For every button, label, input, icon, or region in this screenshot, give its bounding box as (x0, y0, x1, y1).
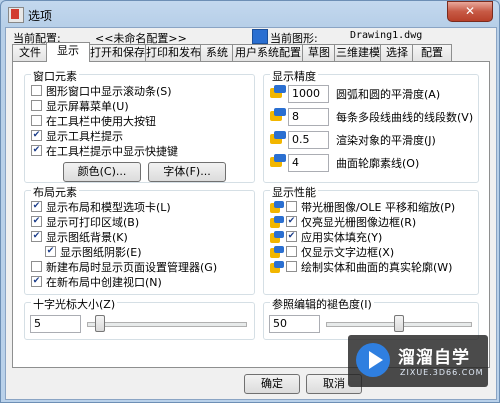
crosshair-size-input[interactable]: 5 (30, 315, 81, 333)
drawing-saved-icon (270, 108, 286, 124)
ok-button[interactable]: 确定 (244, 374, 300, 394)
fonts-button[interactable]: 字体(F)... (148, 162, 226, 182)
checkbox-box (31, 261, 42, 272)
layout-elements-title: 布局元素 (31, 184, 79, 200)
checkbox-create-viewport[interactable]: 在新布局中创建视口(N) (31, 276, 162, 289)
title-bar[interactable]: 选项 ✕ (1, 1, 499, 27)
checkbox-screen-menu[interactable]: 显示屏幕菜单(U) (31, 100, 129, 113)
contour-lines-label: 曲面轮廓素线(O) (336, 157, 420, 170)
tab-3d-modeling[interactable]: 三维建模 (334, 44, 382, 61)
checkbox-scroll-bars[interactable]: 图形窗口中显示滚动条(S) (31, 85, 172, 98)
tab-files[interactable]: 文件 (12, 44, 48, 61)
checkbox-box (31, 100, 42, 111)
tab-drafting[interactable]: 草图 (302, 44, 336, 61)
tab-display[interactable]: 显示 (46, 42, 90, 62)
drawing-saved-icon (270, 154, 286, 170)
checkbox-raster-pan-zoom[interactable]: 带光栅图像/OLE 平移和缩放(P) (286, 201, 455, 214)
window-elements-group: 窗口元素 图形窗口中显示滚动条(S) 显示屏幕菜单(U) 在工具栏中使用大按钮 … (24, 68, 255, 183)
tab-open-and-save[interactable]: 打开和保存 (88, 44, 147, 61)
checkbox-box (286, 231, 297, 242)
drawing-saved-icon (270, 131, 286, 147)
checkbox-box (31, 85, 42, 96)
xref-fading-slider-thumb[interactable] (394, 315, 404, 332)
current-drawing-value: Drawing1.dwg (350, 30, 423, 41)
close-button[interactable]: ✕ (447, 1, 493, 22)
watermark-brand: 溜溜自学 (398, 348, 470, 368)
checkbox-printable-area[interactable]: 显示可打印区域(B) (31, 216, 139, 229)
xref-fading-title: 参照编辑的褪色度(I) (270, 296, 374, 312)
polyline-segments-input[interactable]: 8 (288, 108, 329, 126)
checkbox-box (31, 231, 42, 242)
checkbox-box (31, 130, 42, 141)
xref-fading-input[interactable]: 50 (269, 315, 320, 333)
checkbox-page-setup-manager[interactable]: 新建布局时显示页面设置管理器(G) (31, 261, 217, 274)
window-title: 选项 (28, 9, 53, 23)
tab-user-preferences[interactable]: 用户系统配置 (232, 44, 304, 61)
checkbox-box (45, 246, 56, 257)
checkbox-paper-shadow[interactable]: 显示图纸阴影(E) (45, 246, 142, 259)
display-resolution-title: 显示精度 (270, 68, 318, 84)
checkbox-box (286, 246, 297, 257)
drawing-saved-icon (270, 201, 284, 215)
drawing-saved-icon (270, 216, 284, 230)
rendered-smoothness-input[interactable]: 0.5 (288, 131, 329, 149)
crosshair-size-slider-thumb[interactable] (94, 315, 105, 332)
drawing-file-icon (252, 29, 268, 44)
crosshair-size-group: 十字光标大小(Z) 5 (24, 296, 255, 340)
drawing-saved-icon (270, 261, 284, 275)
window-elements-title: 窗口元素 (31, 68, 79, 84)
checkbox-large-buttons[interactable]: 在工具栏中使用大按钮 (31, 115, 156, 128)
checkbox-paper-background[interactable]: 显示图纸背景(K) (31, 231, 128, 244)
autocad-app-icon (8, 7, 24, 23)
display-resolution-group: 显示精度 1000 圆弧和圆的平滑度(A) 8 每条多段线曲线的线段数(V) 0… (263, 68, 479, 183)
checkbox-box (286, 216, 297, 227)
rendered-smoothness-label: 渲染对象的平滑度(J) (336, 134, 436, 147)
checkbox-box (31, 276, 42, 287)
contour-lines-input[interactable]: 4 (288, 154, 329, 172)
checkbox-box (286, 201, 297, 212)
layout-elements-group: 布局元素 显示布局和模型选项卡(L) 显示可打印区域(B) 显示图纸背景(K) … (24, 184, 255, 295)
colors-button[interactable]: 颜色(C)... (63, 162, 141, 182)
drawing-saved-icon (270, 246, 284, 260)
polyline-segments-label: 每条多段线曲线的线段数(V) (336, 111, 474, 124)
checkbox-show-shortcut-keys[interactable]: 在工具栏提示中显示快捷键 (31, 145, 178, 158)
arc-smoothness-input[interactable]: 1000 (288, 85, 329, 103)
checkbox-raster-frame-only[interactable]: 仅亮显光栅图像边框(R) (286, 216, 416, 229)
crosshair-size-slider-track[interactable] (87, 322, 247, 327)
display-performance-title: 显示性能 (270, 184, 318, 200)
checkbox-solid-fill[interactable]: 应用实体填充(Y) (286, 231, 382, 244)
arc-smoothness-label: 圆弧和圆的平滑度(A) (336, 88, 441, 101)
drawing-saved-icon (270, 231, 284, 245)
display-tab-page: 窗口元素 图形窗口中显示滚动条(S) 显示屏幕菜单(U) 在工具栏中使用大按钮 … (12, 61, 490, 368)
checkbox-box (31, 216, 42, 227)
checkbox-box (286, 261, 297, 272)
crosshair-size-title: 十字光标大小(Z) (31, 296, 118, 312)
checkbox-box (31, 201, 42, 212)
checkbox-show-tooltips[interactable]: 显示工具栏提示 (31, 130, 123, 143)
tab-system[interactable]: 系统 (200, 44, 234, 61)
checkbox-box (31, 115, 42, 126)
watermark: 溜溜自学 ZIXUE.3D66.COM (348, 335, 488, 387)
checkbox-true-silhouettes[interactable]: 绘制实体和曲面的真实轮廓(W) (286, 261, 452, 274)
tab-profiles[interactable]: 配置 (412, 44, 452, 61)
watermark-url: ZIXUE.3D66.COM (400, 368, 484, 377)
drawing-saved-icon (270, 85, 286, 101)
checkbox-box (31, 145, 42, 156)
checkbox-text-frame-only[interactable]: 仅显示文字边框(X) (286, 246, 394, 259)
checkbox-layout-model-tabs[interactable]: 显示布局和模型选项卡(L) (31, 201, 171, 214)
tab-selection[interactable]: 选择 (380, 44, 414, 61)
play-logo-icon (356, 343, 390, 377)
tab-plot-and-publish[interactable]: 打印和发布 (145, 44, 202, 61)
display-performance-group: 显示性能 带光栅图像/OLE 平移和缩放(P) 仅亮显光栅图像边框(R) 应用实… (263, 184, 479, 295)
